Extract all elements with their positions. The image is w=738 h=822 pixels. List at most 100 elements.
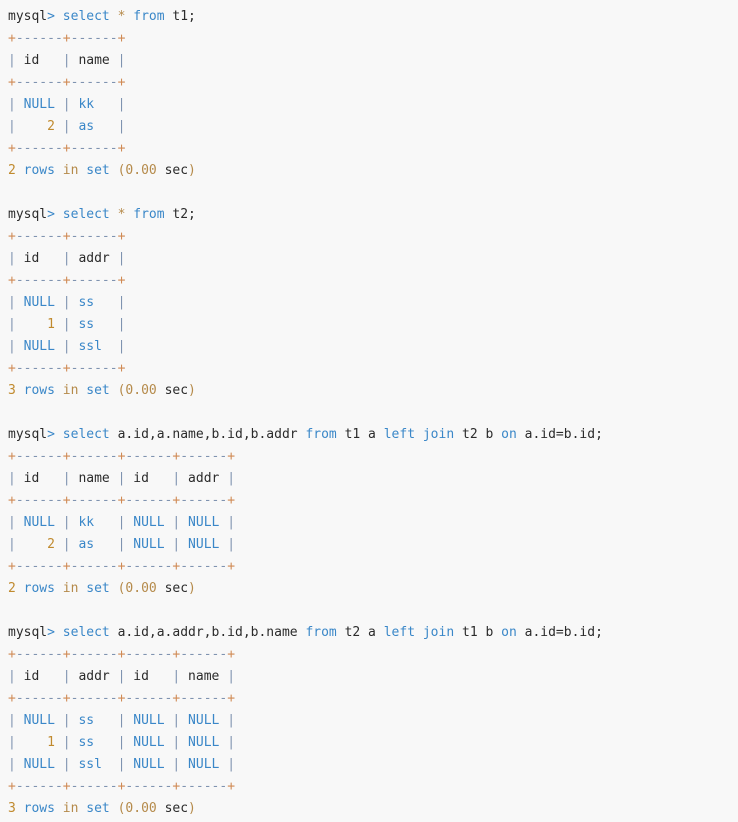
table-row: | 2 | as | xyxy=(8,116,738,138)
table-corner-glyph: + xyxy=(62,361,71,376)
command-token: from xyxy=(133,9,165,24)
command-token: select xyxy=(62,9,110,24)
table-cell: id xyxy=(23,669,40,684)
cell-pad xyxy=(180,713,188,728)
table-corner-glyph: + xyxy=(117,31,126,46)
table-pipe-glyph: | xyxy=(8,713,16,728)
table-rule-glyph: ------ xyxy=(15,75,63,90)
table-pipe-glyph: | xyxy=(227,713,236,728)
status-line: 2 rows in set (0.00 sec) xyxy=(8,160,738,182)
table-rule-glyph: ------ xyxy=(70,75,118,90)
cell-pad xyxy=(39,669,62,684)
table-separator: +------+------+------+------+ xyxy=(8,490,738,512)
table-rule-glyph: ------ xyxy=(70,647,118,662)
command-token xyxy=(376,625,384,640)
table-pipe-glyph: | xyxy=(8,757,16,772)
cell-pad xyxy=(219,735,227,750)
command-token xyxy=(493,625,501,640)
command-token: left xyxy=(383,625,416,640)
status-set-word: set xyxy=(86,581,110,596)
status-elapsed-time: 0.00 xyxy=(125,383,157,398)
table-cell: addr xyxy=(188,471,220,486)
command-line[interactable]: mysql> select a.id,a.name,b.id,b.addr fr… xyxy=(8,424,738,446)
table-separator: +------+------+ xyxy=(8,72,738,94)
cell-pad xyxy=(94,515,117,530)
table-rule-glyph: ------ xyxy=(70,691,118,706)
status-set-word: set xyxy=(86,383,110,398)
cell-pad xyxy=(219,537,227,552)
table-corner-glyph: + xyxy=(8,449,16,464)
command-token xyxy=(517,625,525,640)
cell-pad xyxy=(16,757,24,772)
table-cell: id xyxy=(133,471,149,486)
table-pipe-glyph: | xyxy=(227,669,236,684)
command-token: t2 b xyxy=(462,427,494,442)
table-cell: ssl xyxy=(78,339,102,354)
terminal-output[interactable]: mysql> select * from t1; +------+------+ |… xyxy=(0,0,738,822)
table-cell: NULL xyxy=(133,757,165,772)
table-cell: name xyxy=(78,53,110,68)
cell-pad xyxy=(219,757,227,772)
table-pipe-glyph: | xyxy=(8,317,16,332)
sp xyxy=(157,581,165,596)
table-corner-glyph: + xyxy=(117,229,126,244)
table-row: | NULL | kk | NULL | NULL | xyxy=(8,512,738,534)
status-time-unit: sec xyxy=(164,163,189,178)
table-pipe-glyph: | xyxy=(227,515,236,530)
table-row: | 2 | as | NULL | NULL | xyxy=(8,534,738,556)
table-corner-glyph: + xyxy=(62,647,71,662)
sp xyxy=(16,383,24,398)
table-cell: id xyxy=(23,53,40,68)
table-pipe-glyph: | xyxy=(62,669,71,684)
command-token: select xyxy=(62,207,110,222)
table-cell: kk xyxy=(78,97,95,112)
cell-pad xyxy=(55,757,63,772)
command-token: mysql xyxy=(8,207,48,222)
command-line[interactable]: mysql> select a.id,a.addr,b.id,b.name fr… xyxy=(8,622,738,644)
command-token xyxy=(454,625,462,640)
table-rule-glyph: ------ xyxy=(15,229,63,244)
table-separator: +------+------+------+------+ xyxy=(8,776,738,798)
command-token: select xyxy=(62,427,110,442)
table-corner-glyph: + xyxy=(8,31,16,46)
table-pipe-glyph: | xyxy=(62,295,71,310)
table-pipe-glyph: | xyxy=(62,53,71,68)
cell-pad xyxy=(55,339,63,354)
table-rule-glyph: ------ xyxy=(125,449,173,464)
cell-pad xyxy=(16,251,24,266)
command-token: join xyxy=(422,427,455,442)
cell-pad xyxy=(55,537,63,552)
cell-pad xyxy=(16,53,24,68)
command-token xyxy=(110,427,118,442)
table-rule-glyph: ------ xyxy=(70,141,118,156)
table-cell: addr xyxy=(78,251,110,266)
table-pipe-glyph: | xyxy=(227,471,236,486)
table-corner-glyph: + xyxy=(117,273,126,288)
command-line[interactable]: mysql> select * from t2; xyxy=(8,204,738,226)
table-rule-glyph: ------ xyxy=(15,691,63,706)
cell-pad xyxy=(110,53,118,68)
sp xyxy=(110,581,118,596)
command-token xyxy=(110,9,118,24)
table-separator: +------+------+------+------+ xyxy=(8,688,738,710)
table-corner-glyph: + xyxy=(227,493,236,508)
table-pipe-glyph: | xyxy=(62,251,71,266)
status-in-word: in xyxy=(62,383,79,398)
table-rule-glyph: ------ xyxy=(15,559,63,574)
table-row: | NULL | ssl | NULL | NULL | xyxy=(8,754,738,776)
table-cell: ssl xyxy=(78,757,102,772)
cell-pad xyxy=(55,119,63,134)
table-corner-glyph: + xyxy=(62,31,71,46)
table-cell: NULL xyxy=(133,537,165,552)
cell-pad xyxy=(219,669,227,684)
table-rule-glyph: ------ xyxy=(15,647,63,662)
sp xyxy=(55,383,63,398)
command-line[interactable]: mysql> select * from t1; xyxy=(8,6,738,28)
table-pipe-glyph: | xyxy=(117,295,126,310)
cell-pad xyxy=(149,669,172,684)
table-corner-glyph: + xyxy=(62,779,71,794)
table-pipe-glyph: | xyxy=(62,713,71,728)
